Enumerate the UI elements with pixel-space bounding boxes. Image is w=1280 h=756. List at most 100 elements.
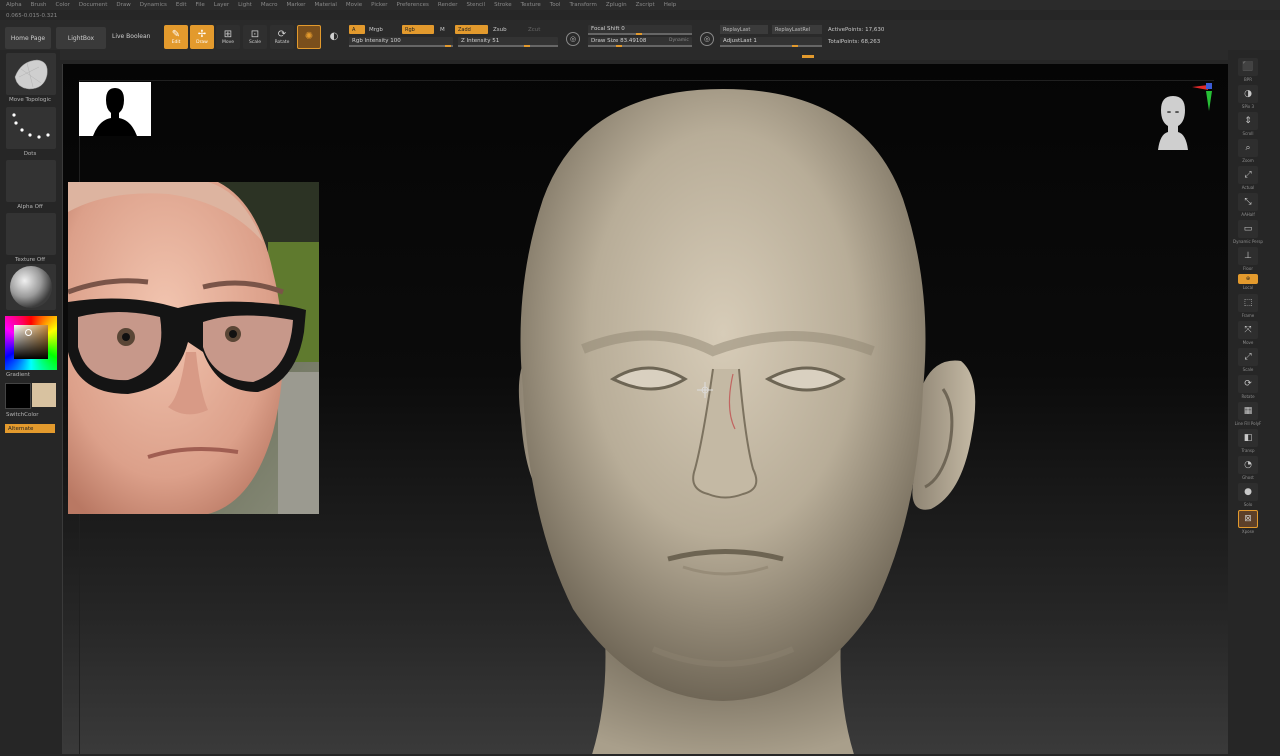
right-shelf-label: Transp bbox=[1241, 448, 1255, 453]
brush-selector[interactable] bbox=[6, 53, 56, 95]
menu-item[interactable]: Picker bbox=[371, 2, 387, 8]
focal-shift-slider[interactable]: Focal Shift 0 bbox=[588, 25, 692, 35]
menu-item[interactable]: Layer bbox=[214, 2, 229, 8]
menu-item[interactable]: Document bbox=[79, 2, 108, 8]
texture-selector[interactable] bbox=[6, 213, 56, 255]
right-shelf-button[interactable]: ⬛ bbox=[1238, 58, 1258, 76]
right-shelf-button[interactable]: ⤡ bbox=[1238, 193, 1258, 211]
right-shelf-button[interactable]: ● bbox=[1238, 483, 1258, 501]
menu-item[interactable]: Stroke bbox=[494, 2, 512, 8]
right-shelf-button[interactable]: ⌕ bbox=[1238, 139, 1258, 157]
menu-item[interactable]: Zplugin bbox=[606, 2, 627, 8]
right-shelf-button[interactable]: ▭ bbox=[1238, 220, 1258, 238]
slider-thumb[interactable] bbox=[616, 45, 622, 47]
zcut-toggle[interactable]: Zcut bbox=[528, 27, 540, 33]
replay-last-button[interactable]: ReplayLast bbox=[720, 25, 768, 34]
edit-mode-button[interactable]: ✎ Edit bbox=[164, 25, 188, 49]
right-shelf-button[interactable]: ⟳ bbox=[1238, 375, 1258, 393]
lazy-mouse-icon[interactable]: ◎ bbox=[566, 32, 580, 46]
menu-item[interactable]: File bbox=[196, 2, 205, 8]
menu-item[interactable]: Material bbox=[315, 2, 337, 8]
color-picker-cursor[interactable] bbox=[25, 329, 32, 336]
z-intensity-slider[interactable]: Z Intensity 51 bbox=[458, 37, 558, 47]
slider-thumb[interactable] bbox=[792, 45, 798, 47]
zsub-toggle[interactable]: Zsub bbox=[493, 27, 507, 33]
alpha-selector[interactable] bbox=[6, 160, 56, 202]
mrgb-toggle[interactable]: Mrgb bbox=[369, 27, 383, 33]
sun-icon: ✺ bbox=[304, 31, 314, 42]
right-shelf-button[interactable]: ▦ bbox=[1238, 402, 1258, 420]
rotate-mode-button[interactable]: ⟳ Rotate bbox=[270, 25, 294, 49]
adjust-last-slider[interactable]: AdjustLast 1 bbox=[720, 37, 822, 47]
stroke-selector[interactable] bbox=[6, 107, 56, 149]
shelf-icon: ⊥ bbox=[1244, 251, 1252, 261]
home-page-button[interactable]: Home Page bbox=[5, 27, 51, 49]
menu-item[interactable]: Help bbox=[664, 2, 677, 8]
replay-last-rel-button[interactable]: ReplayLastRel bbox=[772, 25, 822, 34]
right-shelf-label: Frame bbox=[1241, 313, 1255, 318]
menu-item[interactable]: Draw bbox=[116, 2, 130, 8]
primary-color-swatch[interactable] bbox=[5, 383, 31, 409]
menu-item[interactable]: Stencil bbox=[466, 2, 485, 8]
right-shelf-button[interactable]: ⤢ bbox=[1238, 348, 1258, 366]
slider-thumb[interactable] bbox=[445, 45, 451, 47]
sphere-material-button[interactable]: ✺ bbox=[297, 25, 321, 49]
alternate-button[interactable]: Alternate bbox=[5, 424, 55, 433]
right-shelf-button[interactable]: ◧ bbox=[1238, 429, 1258, 447]
material-button[interactable]: ◐ bbox=[322, 25, 346, 49]
axis-gizmo-icon[interactable] bbox=[1178, 81, 1216, 115]
move-mode-button[interactable]: ⊞ Move bbox=[216, 25, 240, 49]
zadd-toggle[interactable]: Zadd bbox=[455, 25, 488, 34]
right-shelf-label: SPix 3 bbox=[1241, 104, 1255, 109]
rgb-intensity-slider[interactable]: Rgb Intensity 100 bbox=[349, 37, 453, 47]
menu-item[interactable]: Edit bbox=[176, 2, 187, 8]
menu-item[interactable]: Tool bbox=[550, 2, 561, 8]
menu-item[interactable]: Macro bbox=[261, 2, 278, 8]
brush-label: Move Topologic bbox=[8, 97, 52, 103]
scale-mode-button[interactable]: ⊡ Scale bbox=[243, 25, 267, 49]
menu-item[interactable]: Marker bbox=[287, 2, 306, 8]
slider-thumb[interactable] bbox=[524, 45, 530, 47]
menu-item[interactable]: Transform bbox=[569, 2, 596, 8]
right-shelf-label: Line Fill PolyF bbox=[1234, 421, 1262, 426]
menu-item[interactable]: Alpha bbox=[6, 2, 22, 8]
sculpt-head-model[interactable] bbox=[463, 89, 983, 754]
menu-item[interactable]: Zscript bbox=[636, 2, 655, 8]
document-canvas[interactable] bbox=[62, 64, 1229, 754]
m-toggle[interactable]: M bbox=[440, 27, 445, 33]
right-shelf-button[interactable]: ⤧ bbox=[1238, 321, 1258, 339]
live-boolean-button[interactable]: Live Boolean bbox=[112, 33, 150, 40]
right-shelf-button[interactable]: ⤢ bbox=[1238, 166, 1258, 184]
right-shelf-button[interactable]: ⇕ bbox=[1238, 112, 1258, 130]
replay-icon[interactable]: ◎ bbox=[700, 32, 714, 46]
right-shelf-button[interactable]: ⊥ bbox=[1238, 247, 1258, 265]
menu-item[interactable]: Movie bbox=[346, 2, 362, 8]
color-picker[interactable] bbox=[5, 316, 57, 370]
draw-mode-button[interactable]: ✢ Draw bbox=[190, 25, 214, 49]
material-selector[interactable] bbox=[6, 264, 56, 310]
slider-thumb[interactable] bbox=[636, 33, 642, 35]
menu-item[interactable]: Light bbox=[238, 2, 252, 8]
shelf-icon: ◔ bbox=[1244, 460, 1252, 470]
slider-track bbox=[458, 45, 558, 47]
dynamic-toggle[interactable]: Dynamic bbox=[669, 38, 689, 43]
menu-item[interactable]: Dynamics bbox=[140, 2, 167, 8]
menu-item[interactable]: Preferences bbox=[397, 2, 429, 8]
right-shelf-button[interactable]: ⊕ bbox=[1238, 274, 1258, 284]
menu-item[interactable]: Brush bbox=[31, 2, 47, 8]
menu-item[interactable]: Color bbox=[56, 2, 70, 8]
right-shelf-button[interactable]: ◑ bbox=[1238, 85, 1258, 103]
right-shelf-button[interactable]: ⊠ bbox=[1238, 510, 1258, 528]
switch-color-label[interactable]: SwitchColor bbox=[6, 412, 66, 418]
menu-item[interactable]: Texture bbox=[521, 2, 541, 8]
lightbox-button[interactable]: LightBox bbox=[56, 27, 106, 49]
secondary-color-swatch[interactable] bbox=[32, 383, 56, 407]
right-shelf-button[interactable]: ◔ bbox=[1238, 456, 1258, 474]
right-shelf-label: Rotate bbox=[1241, 394, 1255, 399]
a-toggle[interactable]: A bbox=[349, 25, 365, 34]
menu-item[interactable]: Render bbox=[438, 2, 458, 8]
rgb-intensity-label: Rgb Intensity 100 bbox=[352, 38, 401, 44]
rgb-toggle[interactable]: Rgb bbox=[402, 25, 434, 34]
edit-label: Edit bbox=[171, 39, 181, 45]
right-shelf-button[interactable]: ⬚ bbox=[1238, 294, 1258, 312]
